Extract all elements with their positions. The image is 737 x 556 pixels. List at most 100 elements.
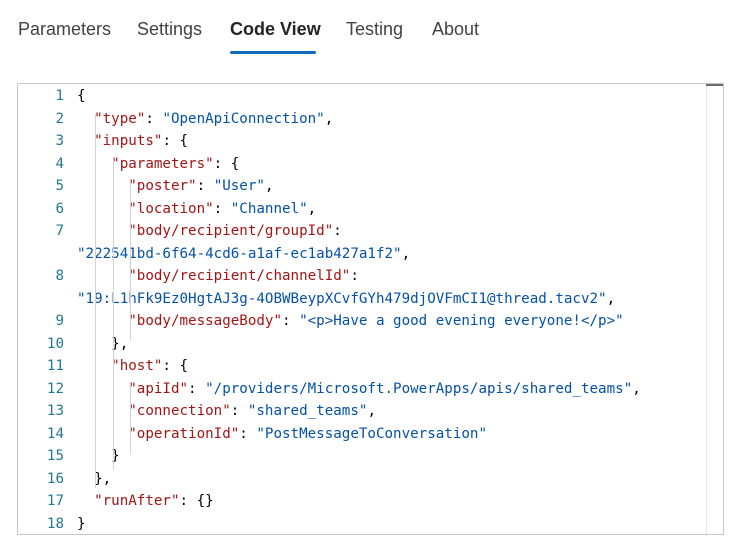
json-punctuation: : { (162, 358, 189, 374)
code-text: "type": "OpenApiConnection", (77, 108, 333, 130)
line-number: 13 (46, 403, 64, 419)
json-string: "<p>Have a good evening everyone!</p>" (299, 313, 624, 329)
json-key: "runAfter" (94, 493, 180, 509)
json-key: "apiId" (128, 380, 189, 397)
code-line: 8 "body/recipient/channelId": (18, 265, 708, 287)
code-editor[interactable]: 1{2 "type": "OpenApiConnection", 3 "input… (17, 83, 724, 535)
json-punctuation: , (324, 110, 334, 127)
code-line: 1{ (18, 85, 708, 107)
json-key: "host" (111, 358, 163, 374)
json-string: "19:L1hFk9Ez0HgtAJ3g-4OBWBeypXCvfGYh479d… (77, 290, 607, 307)
json-punctuation (77, 403, 128, 419)
tab-settings[interactable]: Settings (137, 17, 202, 41)
json-punctuation: : (350, 268, 359, 284)
json-string: "OpenApiConnection" (162, 110, 325, 127)
code-line: 16 }, (18, 468, 708, 490)
line-number: 9 (55, 313, 64, 329)
code-line: 18} (18, 513, 708, 535)
line-number: 18 (46, 515, 64, 532)
indent-guide (95, 114, 96, 488)
line-number: 2 (55, 110, 64, 127)
json-string: "shared_teams" (247, 403, 368, 419)
json-punctuation: , (264, 178, 274, 194)
line-number: 4 (55, 155, 64, 172)
json-string: "Channel" (230, 200, 308, 217)
code-text: "body/messageBody": "<p>Have a good even… (77, 310, 624, 332)
code-line: 17 "runAfter": {} (18, 490, 708, 512)
json-punctuation (77, 201, 128, 217)
code-text: "operationId": "PostMessageToConversatio… (77, 423, 487, 445)
json-key: "type" (94, 110, 146, 127)
json-punctuation: , (307, 200, 317, 217)
indent-guide (113, 158, 114, 470)
code-line: 9 "body/messageBody": "<p>Have a good ev… (18, 310, 708, 332)
json-key: "inputs" (94, 133, 163, 149)
tab-code-view[interactable]: Code View (230, 17, 321, 41)
code-line: "19:L1hFk9Ez0HgtAJ3g-4OBWBeypXCvfGYh479d… (18, 288, 708, 310)
code-text: "19:L1hFk9Ez0HgtAJ3g-4OBWBeypXCvfGYh479d… (77, 288, 615, 310)
json-punctuation: { (77, 88, 86, 104)
json-punctuation: : (145, 110, 163, 127)
scrollbar-thumb[interactable] (706, 84, 723, 86)
active-tab-indicator (230, 51, 316, 54)
line-number: 1 (55, 88, 64, 104)
code-text: "connection": "shared_teams", (77, 400, 376, 422)
line-number: 12 (46, 380, 64, 397)
code-line: 7 "body/recipient/groupId": (18, 220, 708, 242)
code-line: 11 "host": { (18, 355, 708, 377)
code-text: "runAfter": {} (77, 490, 214, 512)
json-string: "222541bd-6f64-4cd6-a1af-ec1ab427a1f2" (77, 245, 402, 262)
json-key: "parameters" (111, 155, 214, 172)
json-punctuation (77, 381, 128, 397)
tab-about[interactable]: About (432, 17, 479, 41)
tab-bar: Parameters Settings Code View Testing Ab… (0, 0, 737, 60)
json-punctuation: : (282, 313, 300, 329)
code-line: 5 "poster": "User", (18, 175, 708, 197)
json-punctuation: : (333, 223, 342, 239)
json-key: "operationId" (128, 425, 240, 442)
json-punctuation: , (367, 403, 376, 419)
line-number: 6 (55, 200, 64, 217)
json-punctuation: : { (213, 155, 240, 172)
vertical-scrollbar[interactable] (706, 84, 723, 534)
code-line: 15 } (18, 445, 708, 467)
json-punctuation: : (196, 178, 214, 194)
code-text: "host": { (77, 355, 188, 377)
json-punctuation: : (230, 403, 248, 419)
code-text: "body/recipient/channelId": (77, 265, 359, 287)
code-line: 14 "operationId": "PostMessageToConversa… (18, 423, 708, 445)
json-punctuation: , (401, 245, 411, 262)
json-string: "User" (213, 178, 265, 194)
code-text: "parameters": { (77, 153, 239, 175)
json-punctuation (77, 133, 94, 149)
json-string: "/providers/Microsoft.PowerApps/apis/sha… (205, 380, 633, 397)
tab-testing[interactable]: Testing (346, 17, 403, 41)
code-line: 3 "inputs": { (18, 130, 708, 152)
code-line: 4 "parameters": { (18, 153, 708, 175)
code-line: 13 "connection": "shared_teams", (18, 400, 708, 422)
indent-guide (130, 384, 131, 454)
json-punctuation (77, 426, 128, 442)
json-string: "PostMessageToConversation" (256, 425, 488, 442)
tab-parameters[interactable]: Parameters (18, 17, 111, 41)
json-punctuation: }, (77, 335, 129, 352)
json-punctuation: : (188, 380, 206, 397)
json-punctuation (77, 313, 128, 329)
code-text: "inputs": { (77, 130, 188, 152)
indent-guide (130, 181, 131, 341)
json-punctuation (77, 493, 94, 509)
line-number: 14 (46, 425, 64, 442)
line-number: 10 (46, 335, 64, 352)
json-punctuation (77, 268, 128, 284)
code-text: } (77, 513, 86, 535)
json-key: "connection" (128, 403, 231, 419)
json-punctuation: , (606, 290, 616, 307)
code-text: "apiId": "/providers/Microsoft.PowerApps… (77, 378, 641, 400)
json-punctuation (77, 178, 128, 194)
json-punctuation: : (213, 200, 231, 217)
code-text: "poster": "User", (77, 175, 273, 197)
line-number: 16 (46, 470, 64, 487)
code-line: "222541bd-6f64-4cd6-a1af-ec1ab427a1f2", (18, 243, 708, 265)
code-text: }, (77, 333, 128, 355)
code-line: 2 "type": "OpenApiConnection", (18, 108, 708, 130)
